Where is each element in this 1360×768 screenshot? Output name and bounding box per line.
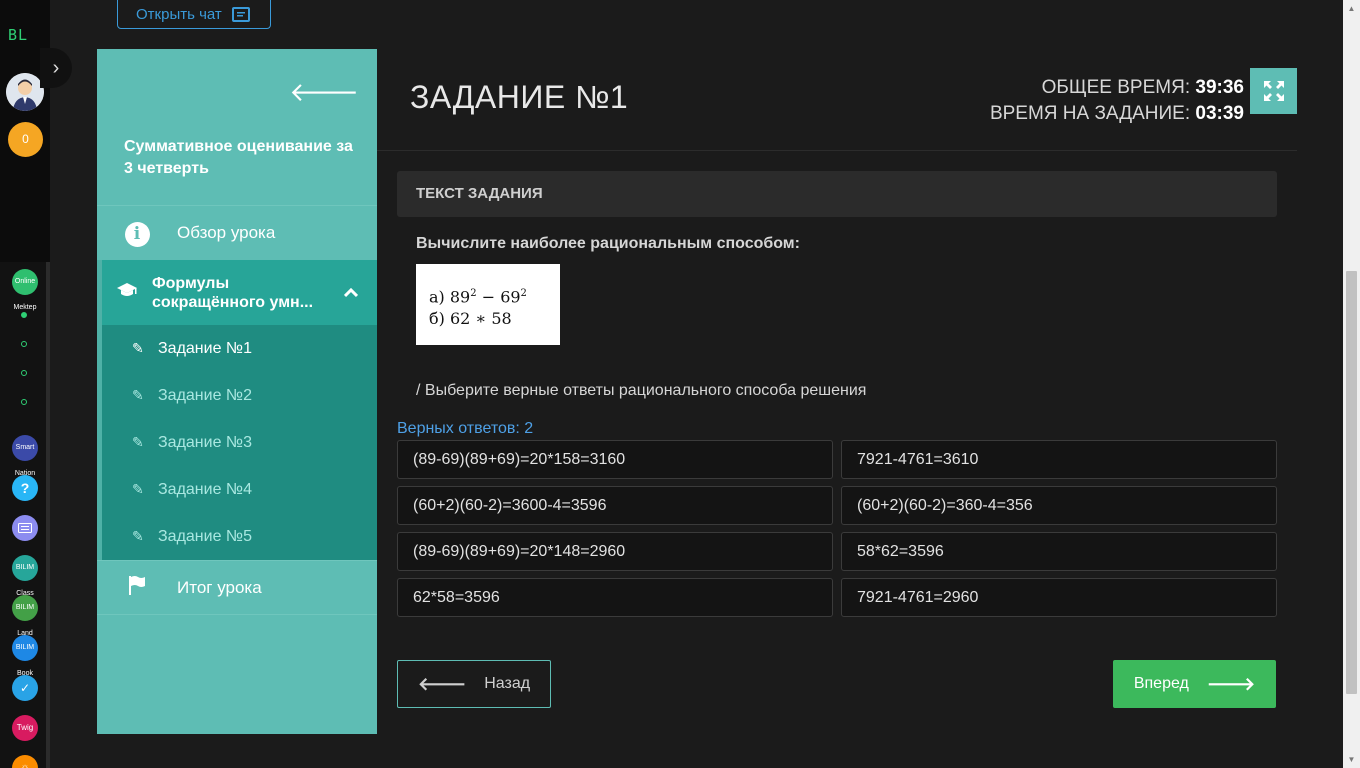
back-label: Назад	[484, 675, 531, 692]
total-time-label: ОБЩЕЕ ВРЕМЯ:	[1041, 77, 1191, 98]
chat-icon	[231, 7, 250, 22]
rail-expand-chevron-icon[interactable]: ›	[40, 48, 72, 88]
edit-icon: ✎	[132, 528, 144, 544]
coins-badge[interactable]: 0	[8, 122, 43, 157]
answer-option-6[interactable]: 58*62=3596	[841, 532, 1277, 571]
sidebar-task-2[interactable]: ✎ Задание №2	[102, 372, 377, 419]
fullscreen-button[interactable]	[1250, 68, 1297, 114]
rail-dot-1[interactable]	[21, 312, 27, 318]
answer-option-3[interactable]: (60+2)(60-2)=3600-4=3596	[397, 486, 833, 525]
bilimclass-icon[interactable]: BILIM Class	[12, 555, 38, 597]
arrow-left-icon: 🡐	[417, 673, 467, 694]
timer: ОБЩЕЕ ВРЕМЯ: 39:36 ВРЕМЯ НА ЗАДАНИЕ: 03:…	[990, 75, 1244, 127]
answer-option-7[interactable]: 62*58=3596	[397, 578, 833, 617]
rail-dot-2[interactable]	[21, 341, 27, 347]
bilimland-icon[interactable]: BILIM Land	[12, 595, 38, 637]
app-rail: BL 0 Online Mektep Smart Nation ? BILIM …	[0, 0, 50, 768]
sidebar-item-label: Обзор урока	[177, 222, 276, 242]
sidebar-section-formulas[interactable]: Формулы сокращённого умн...	[102, 260, 377, 325]
sidebar-task-1[interactable]: ✎ Задание №1	[102, 325, 377, 372]
next-button[interactable]: Вперед 🡒	[1113, 660, 1276, 708]
avatar[interactable]	[6, 73, 44, 111]
rail-dot-4[interactable]	[21, 399, 27, 405]
sidebar-item-summary[interactable]: Итог урока	[97, 560, 377, 614]
expand-icon	[1263, 81, 1284, 101]
answer-option-2[interactable]: 7921-4761=3610	[841, 440, 1277, 479]
smart-nation-icon[interactable]: Smart Nation	[12, 435, 38, 477]
help-icon[interactable]: ?	[12, 475, 38, 501]
edit-icon: ✎	[132, 340, 144, 356]
sidebar-task-3[interactable]: ✎ Задание №3	[102, 419, 377, 466]
arrow-right-icon: 🡒	[1206, 673, 1256, 694]
correct-count: Верных ответов: 2	[397, 420, 534, 437]
lesson-sidebar: 🡐 Суммативное оценивание за 3 четверть i…	[97, 49, 377, 734]
sidebar-bottom-divider	[97, 614, 377, 615]
chevron-up-icon[interactable]	[343, 283, 359, 303]
next-label: Вперед	[1133, 675, 1189, 692]
instruction-text: / Выберите верные ответы рационального с…	[416, 382, 867, 399]
sidebar-item-overview[interactable]: i Обзор урока	[97, 205, 377, 259]
answer-option-1[interactable]: (89-69)(89+69)=20*158=3160	[397, 440, 833, 479]
flag-icon	[97, 574, 177, 602]
edit-icon: ✎	[132, 434, 144, 450]
task-time-label: ВРЕМЯ НА ЗАДАНИЕ:	[989, 103, 1191, 124]
bilimbook-icon[interactable]: BILIM Book	[12, 635, 38, 677]
open-chat-label: Открыть чат	[136, 6, 222, 23]
task-text-header: ТЕКСТ ЗАДАНИЯ	[397, 171, 1277, 217]
answer-option-5[interactable]: (89-69)(89+69)=20*148=2960	[397, 532, 833, 571]
edit-icon: ✎	[132, 387, 144, 403]
task-time-value: 03:39	[1195, 103, 1244, 124]
onlinemektep-icon[interactable]: Online Mektep	[12, 269, 38, 311]
back-button[interactable]: 🡐 Назад	[397, 660, 551, 708]
formula-image: а) 892 − 692 б) 62 ∗ 58	[416, 264, 560, 345]
scroll-up-icon[interactable]: ▲	[1343, 0, 1360, 17]
rail-dot-3[interactable]	[21, 370, 27, 376]
edit-icon: ✎	[132, 481, 144, 497]
scroll-down-icon[interactable]: ▼	[1343, 751, 1360, 768]
question-text: Вычислите наиболее рациональным способом…	[416, 235, 800, 252]
arrow-left-icon[interactable]: 🡐	[289, 77, 359, 108]
sidebar-item-label: Итог урока	[177, 577, 262, 597]
total-time-value: 39:36	[1195, 77, 1244, 98]
scroll-thumb[interactable]	[1346, 271, 1357, 694]
answer-option-4[interactable]: (60+2)(60-2)=360-4=356	[841, 486, 1277, 525]
lesson-title: Суммативное оценивание за 3 четверть	[124, 138, 353, 177]
header-divider	[377, 150, 1297, 151]
open-chat-button[interactable]: Открыть чат	[117, 0, 271, 29]
answer-options: (89-69)(89+69)=20*158=3160 7921-4761=361…	[397, 440, 1277, 617]
task-panel: ЗАДАНИЕ №1 ОБЩЕЕ ВРЕМЯ: 39:36 ВРЕМЯ НА З…	[377, 49, 1297, 734]
info-icon: i	[97, 219, 177, 247]
twig-icon[interactable]: Twig	[12, 715, 38, 741]
bl-logo[interactable]: BL	[8, 26, 28, 44]
task-list: ✎ Задание №1 ✎ Задание №2 ✎ Задание №3 ✎ Зад…	[102, 325, 377, 560]
sidebar-task-5[interactable]: ✎ Задание №5	[102, 513, 377, 560]
sidebar-section-label: Формулы сокращённого умн...	[152, 274, 314, 311]
graduation-cap-icon	[102, 282, 152, 303]
page-scrollbar[interactable]: ▲ ▼	[1343, 0, 1360, 768]
answer-option-8[interactable]: 7921-4761=2960	[841, 578, 1277, 617]
page-title: ЗАДАНИЕ №1	[410, 79, 629, 115]
sidebar-task-4[interactable]: ✎ Задание №4	[102, 466, 377, 513]
keyboard-icon[interactable]	[12, 515, 38, 541]
check-app-icon[interactable]: ✓	[12, 675, 38, 701]
